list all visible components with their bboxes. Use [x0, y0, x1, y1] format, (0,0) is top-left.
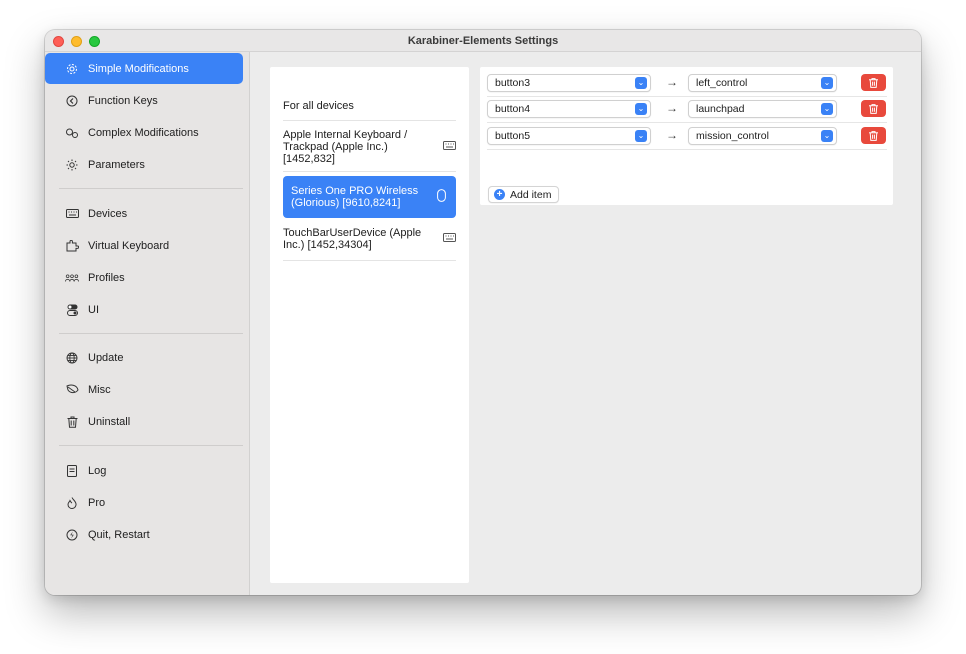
device-item-apple-internal-keyboard[interactable]: Apple Internal Keyboard / Trackpad (Appl… — [283, 127, 456, 167]
minimize-window-button[interactable] — [71, 36, 82, 47]
sidebar-item-profiles[interactable]: Profiles — [45, 262, 243, 293]
sidebar-item-virtual-keyboard[interactable]: Virtual Keyboard — [45, 230, 243, 261]
arrow-right-icon: → — [666, 128, 678, 142]
device-item-series-one-pro-wireless[interactable]: Series One PRO Wireless (Glorious) [9610… — [283, 176, 456, 218]
window-controls — [53, 36, 100, 47]
device-divider — [283, 260, 456, 261]
sidebar-item-label: Log — [88, 464, 107, 477]
device-item-all[interactable]: For all devices — [283, 95, 456, 117]
delete-row-button[interactable] — [861, 100, 886, 117]
keyboard-icon — [65, 207, 79, 221]
sidebar-item-label: Simple Modifications — [88, 62, 189, 75]
to-key-select[interactable]: launchpad ⌄ — [688, 100, 837, 118]
modification-row: button4 ⌄ → launchpad ⌄ — [487, 98, 887, 120]
sidebar-divider — [59, 445, 243, 446]
from-key-select[interactable]: button5 ⌄ — [487, 127, 651, 145]
sun-icon — [65, 158, 79, 172]
sidebar-item-parameters[interactable]: Parameters — [45, 149, 243, 180]
sidebar-divider — [59, 333, 243, 334]
sidebar-item-label: Parameters — [88, 158, 145, 171]
to-key-select[interactable]: mission_control ⌄ — [688, 127, 837, 145]
document-icon — [65, 464, 79, 478]
sidebar: Simple Modifications Function Keys Compl… — [45, 52, 250, 595]
add-item-button[interactable]: + Add item — [488, 186, 560, 203]
sidebar-item-update[interactable]: Update — [45, 342, 243, 373]
gears-icon — [65, 126, 79, 140]
chevron-down-icon: ⌄ — [821, 77, 833, 89]
plus-icon: + — [494, 189, 505, 200]
sidebar-item-uninstall[interactable]: Uninstall — [45, 406, 243, 437]
from-key-select[interactable]: button4 ⌄ — [487, 100, 651, 118]
sidebar-item-label: UI — [88, 303, 99, 316]
row-divider — [487, 96, 887, 97]
sidebar-item-complex-modifications[interactable]: Complex Modifications — [45, 117, 243, 148]
gear-icon — [65, 62, 79, 76]
function-key-icon — [65, 94, 79, 108]
sidebar-item-misc[interactable]: Misc — [45, 374, 243, 405]
row-divider — [487, 122, 887, 123]
toggles-icon — [65, 303, 79, 317]
flame-icon — [65, 496, 79, 510]
sidebar-item-label: Misc — [88, 383, 111, 396]
keyboard-icon — [442, 232, 456, 246]
device-divider — [283, 120, 456, 121]
chevron-down-icon: ⌄ — [821, 103, 833, 115]
device-divider — [283, 171, 456, 172]
sidebar-item-ui[interactable]: UI — [45, 294, 243, 325]
delete-row-button[interactable] — [861, 127, 886, 144]
sidebar-item-quit-restart[interactable]: Quit, Restart — [45, 519, 243, 550]
sidebar-item-pro[interactable]: Pro — [45, 487, 243, 518]
modification-row: button5 ⌄ → mission_control ⌄ — [487, 125, 887, 147]
settings-window: Karabiner-Elements Settings Simple Modif… — [45, 30, 921, 595]
sidebar-item-label: Virtual Keyboard — [88, 239, 170, 252]
trash-icon — [869, 103, 878, 114]
arrow-right-icon: → — [666, 75, 678, 89]
sidebar-item-function-keys[interactable]: Function Keys — [45, 85, 243, 116]
globe-icon — [65, 351, 79, 365]
zoom-window-button[interactable] — [89, 36, 100, 47]
row-divider — [487, 149, 887, 150]
power-icon — [65, 528, 79, 542]
people-icon — [65, 271, 79, 285]
sidebar-item-simple-modifications[interactable]: Simple Modifications — [45, 53, 243, 84]
sidebar-item-label: Update — [88, 351, 124, 364]
sidebar-item-devices[interactable]: Devices — [45, 198, 243, 229]
sidebar-item-log[interactable]: Log — [45, 455, 243, 486]
to-key-select[interactable]: left_control ⌄ — [688, 74, 837, 92]
device-item-touchbar-user-device[interactable]: TouchBarUserDevice (Apple Inc.) [1452,34… — [283, 224, 456, 254]
sidebar-item-label: Complex Modifications — [88, 126, 199, 139]
sidebar-item-label: Profiles — [88, 271, 125, 284]
mouse-icon — [434, 188, 448, 206]
delete-row-button[interactable] — [861, 74, 886, 91]
chevron-down-icon: ⌄ — [635, 130, 647, 142]
modification-row: button3 ⌄ → left_control ⌄ — [487, 72, 887, 94]
window-title: Karabiner-Elements Settings — [407, 34, 559, 47]
chevron-down-icon: ⌄ — [635, 77, 647, 89]
trash-icon — [869, 77, 878, 88]
chevron-down-icon: ⌄ — [821, 130, 833, 142]
sidebar-divider — [59, 188, 243, 189]
sidebar-item-label: Quit, Restart — [88, 528, 150, 541]
simple-modifications-panel: button3 ⌄ → left_control ⌄ button4 ⌄ → l… — [480, 67, 893, 205]
sidebar-item-label: Uninstall — [88, 415, 131, 428]
puzzle-icon — [65, 239, 79, 253]
title-bar: Karabiner-Elements Settings — [45, 30, 921, 52]
close-window-button[interactable] — [53, 36, 64, 47]
chevron-down-icon: ⌄ — [635, 103, 647, 115]
arrow-right-icon: → — [666, 101, 678, 115]
trash-icon — [65, 415, 79, 429]
leaf-icon — [65, 383, 79, 397]
from-key-select[interactable]: button3 ⌄ — [487, 74, 651, 92]
sidebar-item-label: Devices — [88, 207, 128, 220]
device-list: For all devices Apple Internal Keyboard … — [270, 67, 469, 583]
main-content: For all devices Apple Internal Keyboard … — [251, 52, 921, 595]
trash-icon — [869, 130, 878, 141]
sidebar-item-label: Pro — [88, 496, 106, 509]
sidebar-item-label: Function Keys — [88, 94, 158, 107]
keyboard-icon — [442, 140, 456, 154]
